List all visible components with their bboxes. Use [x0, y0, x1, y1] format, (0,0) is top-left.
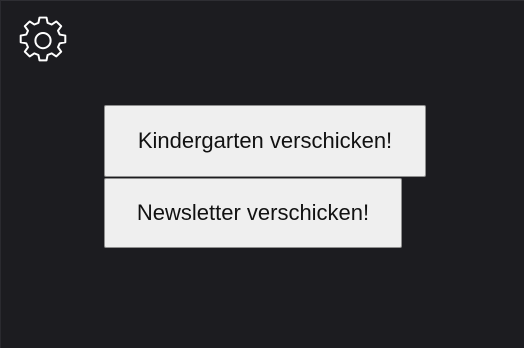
app-window: Kindergarten verschicken! Newsletter ver… [0, 0, 524, 348]
send-kindergarten-button[interactable]: Kindergarten verschicken! [104, 105, 426, 177]
gear-icon [19, 16, 67, 62]
settings-button[interactable] [18, 16, 68, 64]
send-newsletter-button[interactable]: Newsletter verschicken! [104, 178, 402, 248]
